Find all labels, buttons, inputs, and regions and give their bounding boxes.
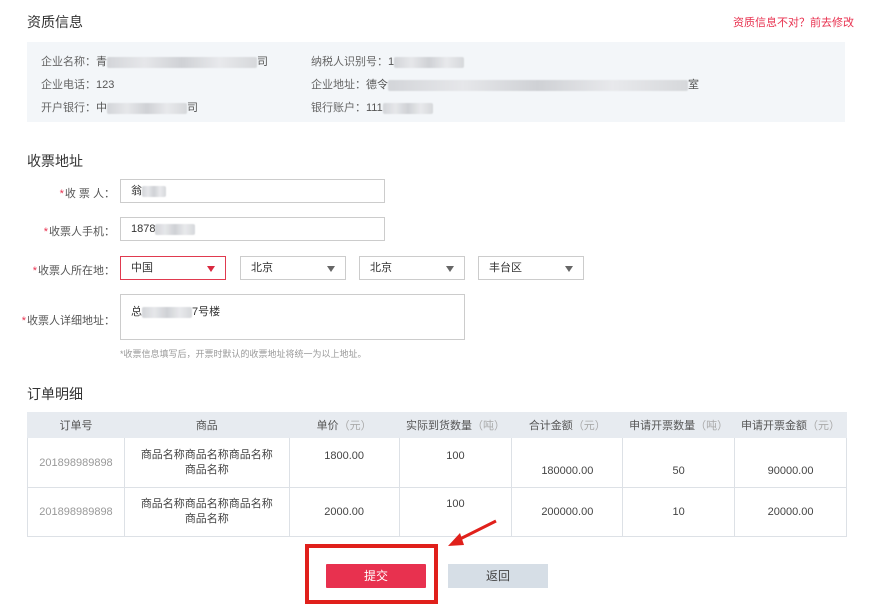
table-header-row: 订单号 商品 单价（元） 实际到货数量（吨） 合计金额（元） 申请开票数量（吨）… [27, 412, 847, 438]
company-phone-label: 企业电话： [41, 79, 96, 91]
chevron-down-icon [446, 266, 454, 272]
country-select[interactable]: 中国 [120, 256, 226, 280]
col-order-no: 订单号 [27, 412, 125, 438]
bank-field: 开户银行：中 司 [41, 99, 198, 115]
invoice-qty-cell: 10 [622, 487, 736, 537]
detail-address-textarea[interactable]: 总 7号楼 [120, 294, 465, 340]
taxpayer-id-label: 纳税人识别号： [311, 56, 388, 68]
qualification-title: 资质信息 [27, 14, 83, 30]
orders-title: 订单明细 [27, 386, 83, 402]
company-address-field: 企业地址：德令 室 [311, 76, 699, 92]
col-qty: 实际到货数量（吨） [398, 412, 513, 438]
chevron-down-icon [207, 266, 215, 272]
address-hint: *收票信息填写后，开票时默认的收票地址将统一为以上地址。 [120, 349, 367, 359]
company-address-value-start: 德令 [366, 79, 388, 91]
phone-input[interactable]: 1878 [120, 217, 385, 241]
redacted-blur [142, 306, 192, 318]
col-product: 商品 [123, 412, 290, 438]
redacted-blur [382, 102, 433, 114]
province-select[interactable]: 北京 [240, 256, 346, 280]
detail-address-label: *收票人详细地址： [21, 315, 115, 327]
bank-account-value-start: 111 [366, 102, 383, 114]
total-cell: 200000.00 [511, 487, 624, 537]
phone-label: *收票人手机： [43, 226, 115, 238]
bank-value-end: 司 [187, 102, 198, 114]
district-select[interactable]: 丰台区 [478, 256, 584, 280]
redacted-blur [388, 79, 688, 91]
product-cell: 商品名称商品名称商品名称商品名称 [123, 437, 290, 488]
recipient-input[interactable]: 翁 [120, 179, 385, 203]
chevron-down-icon [327, 266, 335, 272]
company-address-value-end: 室 [688, 79, 699, 91]
bank-label: 开户银行： [41, 102, 96, 114]
edit-qualification-link[interactable]: 资质信息不对？前去修改 [733, 14, 854, 30]
address-title: 收票地址 [27, 153, 83, 169]
city-select[interactable]: 北京 [359, 256, 465, 280]
recipient-label: *收 票 人： [59, 188, 115, 200]
order-no-cell: 201898989898 [27, 487, 125, 537]
orders-table: 订单号 商品 单价（元） 实际到货数量（吨） 合计金额（元） 申请开票数量（吨）… [27, 412, 847, 537]
taxpayer-id-field: 纳税人识别号：1 [311, 53, 465, 69]
total-cell: 180000.00 [511, 437, 624, 488]
redacted-blur [142, 185, 166, 197]
invoice-amount-cell: 90000.00 [734, 437, 847, 488]
bank-account-field: 银行账户：111 [311, 99, 433, 115]
bank-account-label: 银行账户： [311, 102, 366, 114]
price-cell: 2000.00 [288, 487, 400, 537]
redacted-blur [394, 56, 465, 68]
col-price: 单价（元） [288, 412, 400, 438]
qty-cell: 100 [398, 437, 513, 488]
company-address-label: 企业地址： [311, 79, 366, 91]
company-phone-field: 企业电话：123 [41, 76, 114, 92]
col-invoice-qty: 申请开票数量（吨） [622, 412, 736, 438]
invoice-amount-cell: 20000.00 [734, 487, 847, 537]
col-invoice-amount: 申请开票金额（元） [734, 412, 847, 438]
back-button[interactable]: 返回 [448, 564, 548, 588]
col-total: 合计金额（元） [511, 412, 624, 438]
location-label: *收票人所在地： [32, 265, 115, 277]
table-row: 201898989898 商品名称商品名称商品名称商品名称 2000.00 10… [27, 487, 847, 537]
invoice-qty-cell: 50 [622, 437, 736, 488]
price-cell: 1800.00 [288, 437, 400, 488]
company-name-field: 企业名称：青 司 [41, 53, 268, 69]
company-name-value-end: 司 [257, 56, 268, 68]
company-phone-value: 123 [96, 79, 115, 91]
company-name-label: 企业名称： [41, 56, 96, 68]
order-no-cell: 201898989898 [27, 437, 125, 488]
redacted-blur [107, 102, 187, 114]
annotation-arrow-icon [448, 519, 497, 546]
redacted-blur [107, 56, 257, 68]
product-cell: 商品名称商品名称商品名称商品名称 [123, 487, 290, 537]
annotation-highlight-box [305, 544, 438, 604]
table-row: 201898989898 商品名称商品名称商品名称商品名称 1800.00 10… [27, 437, 847, 488]
bank-value-start: 中 [96, 102, 107, 114]
chevron-down-icon [565, 266, 573, 272]
company-name-value-start: 青 [96, 56, 107, 68]
redacted-blur [155, 223, 196, 235]
